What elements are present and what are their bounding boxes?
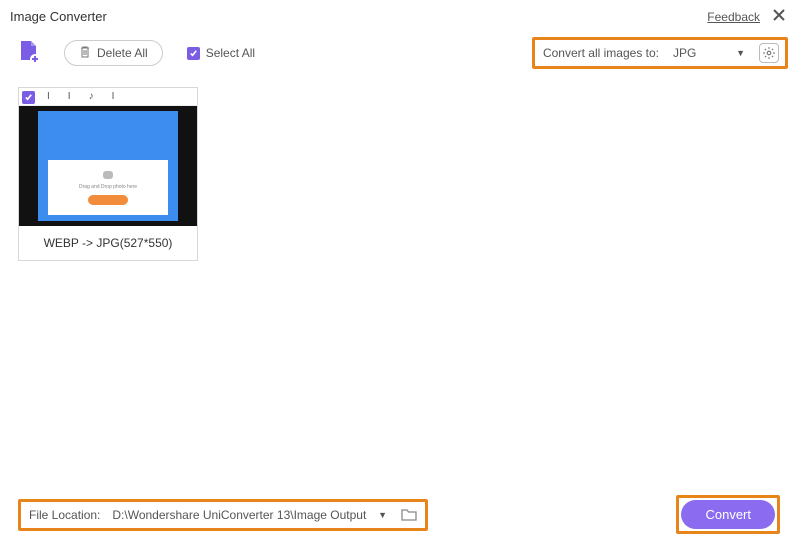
chevron-down-icon: ▼	[378, 510, 387, 520]
delete-all-label: Delete All	[97, 46, 148, 60]
checkbox-icon	[187, 47, 200, 60]
folder-icon	[401, 508, 417, 521]
thumb-toolbar: II♪I	[19, 88, 197, 106]
selected-format: JPG	[673, 46, 696, 60]
select-all-label: Select All	[206, 46, 255, 60]
chevron-down-icon: ▼	[736, 48, 745, 58]
format-select[interactable]: JPG ▼	[667, 44, 751, 62]
delete-all-button[interactable]: Delete All	[64, 40, 163, 66]
convert-to-label: Convert all images to:	[543, 46, 659, 60]
gear-icon	[762, 46, 776, 60]
file-location-label: File Location:	[29, 508, 100, 522]
item-checkbox[interactable]	[22, 91, 35, 104]
settings-button[interactable]	[759, 43, 779, 63]
select-all-checkbox[interactable]: Select All	[187, 46, 255, 60]
convert-button[interactable]: Convert	[681, 500, 775, 529]
app-title: Image Converter	[10, 9, 107, 24]
close-icon[interactable]	[770, 6, 788, 27]
add-file-icon[interactable]	[18, 39, 40, 68]
feedback-link[interactable]: Feedback	[707, 10, 760, 24]
browse-folder-button[interactable]	[399, 506, 419, 524]
trash-icon	[79, 45, 91, 61]
file-location-select[interactable]: D:\Wondershare UniConverter 13\Image Out…	[108, 508, 391, 522]
item-label: WEBP -> JPG(527*550)	[19, 226, 197, 260]
image-item[interactable]: II♪I Drag and Drop photo here WEBP -> JP…	[18, 87, 198, 261]
file-location-path: D:\Wondershare UniConverter 13\Image Out…	[112, 508, 366, 522]
thumbnail-preview: Drag and Drop photo here	[19, 106, 197, 226]
